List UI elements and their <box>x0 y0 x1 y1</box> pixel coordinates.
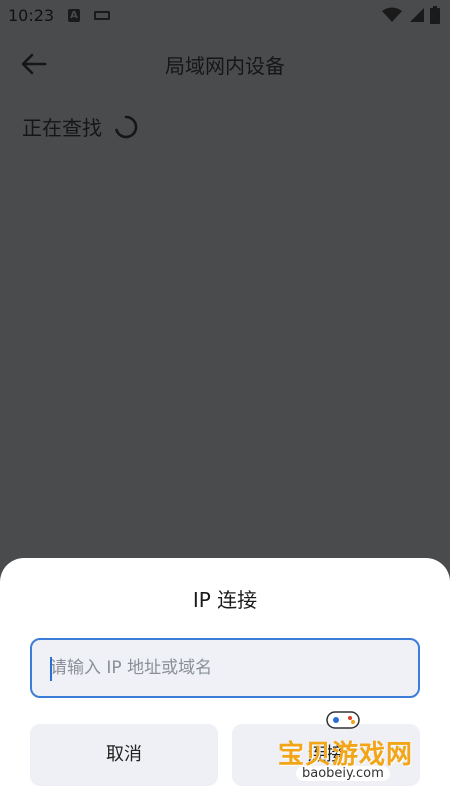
status-icons <box>382 6 440 24</box>
ip-address-input[interactable] <box>30 638 420 698</box>
searching-label: 正在查找 <box>22 116 102 140</box>
cancel-button[interactable]: 取消 <box>30 724 218 786</box>
battery-icon <box>430 6 440 24</box>
keyboard-icon <box>94 11 110 20</box>
signal-icon <box>410 8 424 22</box>
accessibility-a-icon: A <box>68 9 80 22</box>
status-bar: 10:23 A <box>0 0 450 32</box>
dialog-title: IP 连接 <box>192 588 258 612</box>
page-title: 局域网内设备 <box>165 54 285 78</box>
searching-status: 正在查找 <box>22 112 138 141</box>
status-time: 10:23 <box>8 6 55 25</box>
app-bar: 局域网内设备 <box>0 40 450 88</box>
ip-connect-dialog: IP 连接 取消 连接 <box>0 558 450 800</box>
loading-spinner-icon <box>115 115 138 138</box>
text-cursor <box>50 657 52 681</box>
wifi-icon <box>382 7 402 22</box>
connect-button[interactable]: 连接 <box>232 724 420 786</box>
